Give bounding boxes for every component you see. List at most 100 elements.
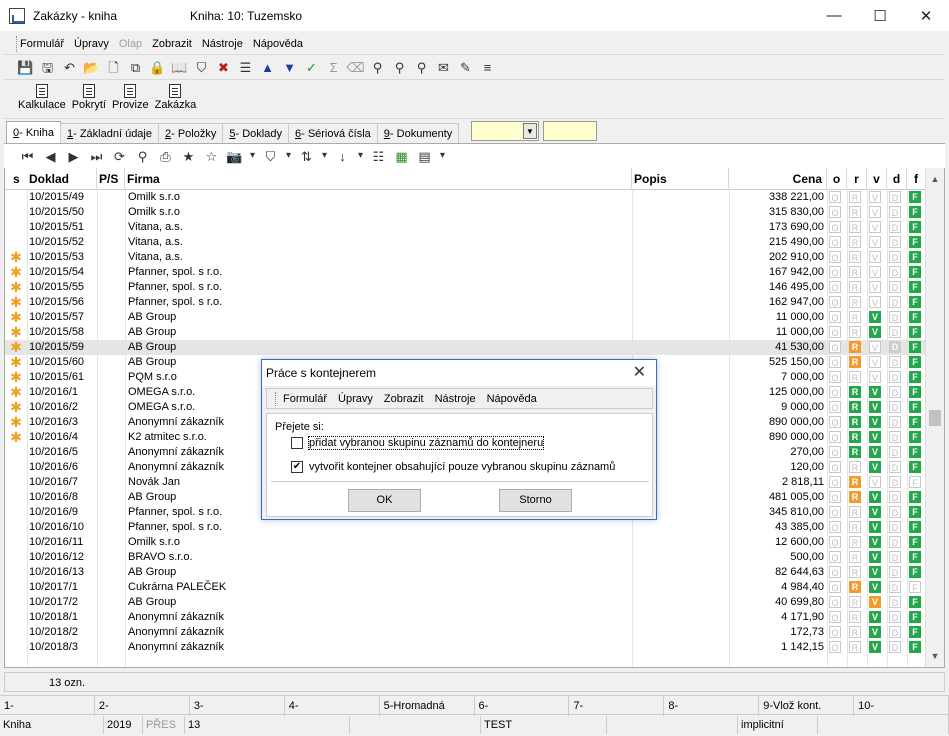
- table-row[interactable]: 10/2018/3 Anonymní zákazník 1 142,15 O R V D F: [5, 640, 926, 655]
- header-s[interactable]: s: [11, 168, 27, 190]
- sum-icon[interactable]: Σ: [324, 58, 343, 77]
- header-r[interactable]: r: [847, 168, 867, 190]
- sort-az-icon[interactable]: ↓: [333, 147, 352, 166]
- table-row[interactable]: ✱ 10/2015/56 Pfanner, spol. s r.o. 162 947,…: [5, 295, 926, 310]
- menu-4[interactable]: Nástroje: [202, 38, 243, 50]
- dropdown-icon[interactable]: ▾: [320, 147, 329, 166]
- fkey-7[interactable]: 7-: [569, 696, 665, 716]
- delete-icon[interactable]: ✖: [214, 58, 233, 77]
- undo-icon[interactable]: ↶: [60, 58, 79, 77]
- tab-1[interactable]: 1 - Základní údaje: [59, 123, 159, 143]
- stack-icon[interactable]: ☰: [236, 58, 255, 77]
- dialog-menu-3[interactable]: Nástroje: [435, 393, 476, 405]
- table-row[interactable]: 10/2016/12 BRAVO s.r.o. 500,00 O R V D F: [5, 550, 926, 565]
- print-icon[interactable]: ⎙: [156, 147, 175, 166]
- tab-5[interactable]: 5 - Doklady: [222, 123, 289, 143]
- header-v[interactable]: v: [867, 168, 887, 190]
- dialog-menu-1[interactable]: Úpravy: [338, 393, 373, 405]
- toolbar-button-3[interactable]: Zakázka: [155, 81, 196, 111]
- open-folder-icon[interactable]: 📂: [82, 58, 101, 77]
- prev-icon[interactable]: ◀: [41, 147, 60, 166]
- mail-icon[interactable]: ✉: [434, 58, 453, 77]
- header-d[interactable]: d: [887, 168, 907, 190]
- clear-icon[interactable]: ⌫: [346, 58, 365, 77]
- dialog-menu-0[interactable]: Formulář: [283, 393, 327, 405]
- header-o[interactable]: o: [827, 168, 847, 190]
- binoculars-next-icon[interactable]: ⚲: [390, 58, 409, 77]
- table-row[interactable]: ✱ 10/2015/58 AB Group 11 000,00 O R V D F: [5, 325, 926, 340]
- scroll-down-icon[interactable]: ▼: [926, 648, 944, 665]
- create-container-label[interactable]: vytvořit kontejner obsahující pouze vybr…: [309, 461, 615, 473]
- save-all-icon[interactable]: 🖫: [38, 58, 57, 77]
- table-row[interactable]: 10/2015/51 Vitana, a.s. 173 690,00 O R V D F: [5, 220, 926, 235]
- fkey-9[interactable]: 9-Vlož kont.: [759, 696, 855, 716]
- dropdown-icon[interactable]: ▾: [248, 147, 257, 166]
- book-icon[interactable]: 📖: [170, 58, 189, 77]
- option-create-container[interactable]: ✔ vytvořit kontejner obsahující pouze vy…: [291, 461, 615, 473]
- vertical-scrollbar[interactable]: ▲ ▼: [925, 168, 944, 667]
- tab-0[interactable]: 0 - Kniha: [6, 121, 61, 143]
- table-row[interactable]: 10/2016/13 AB Group 82 644,63 O R V D F: [5, 565, 926, 580]
- arrow-down-icon[interactable]: ▼: [280, 58, 299, 77]
- header-ps[interactable]: P/S: [97, 168, 125, 190]
- maximize-button[interactable]: ☐: [857, 0, 903, 31]
- fkey-8[interactable]: 8-: [664, 696, 760, 716]
- menu-0[interactable]: Formulář: [20, 38, 64, 50]
- toolbar-button-1[interactable]: Pokrytí: [72, 81, 106, 111]
- next-icon[interactable]: ▶: [64, 147, 83, 166]
- dialog-menu-4[interactable]: Nápověda: [487, 393, 537, 405]
- excel-icon[interactable]: ▦: [392, 147, 411, 166]
- table-row[interactable]: 10/2016/11 Omilk s.r.o 12 600,00 O R V D F: [5, 535, 926, 550]
- binoculars-icon[interactable]: ⚲: [368, 58, 387, 77]
- table-row[interactable]: 10/2015/49 Omilk s.r.o 338 221,00 O R V D F: [5, 190, 926, 205]
- table-row[interactable]: 10/2018/1 Anonymní zákazník 4 171,90 O R V D F: [5, 610, 926, 625]
- star-add-icon[interactable]: ★: [179, 147, 198, 166]
- star-remove-icon[interactable]: ☆: [202, 147, 221, 166]
- table-row[interactable]: ✱ 10/2015/59 AB Group 41 530,00 O R V D F: [5, 340, 926, 355]
- binoculars-prev-icon[interactable]: ⚲: [412, 58, 431, 77]
- chevron-down-icon[interactable]: ▼: [523, 123, 537, 139]
- create-container-checkbox[interactable]: ✔: [291, 461, 303, 473]
- header-f[interactable]: f: [907, 168, 926, 190]
- add-to-container-label[interactable]: přidat vybranou skupinu záznamů do konte…: [307, 436, 545, 450]
- fkey-10[interactable]: 10-: [854, 696, 949, 716]
- table-row[interactable]: 10/2018/2 Anonymní zákazník 172,73 O R V D F: [5, 625, 926, 640]
- fkey-5[interactable]: 5-Hromadná změna: [380, 696, 475, 732]
- save-icon[interactable]: 💾: [16, 58, 35, 77]
- notes-icon[interactable]: ▤: [415, 147, 434, 166]
- fkey-4[interactable]: 4-: [285, 696, 380, 716]
- first-icon[interactable]: ⏮: [18, 147, 37, 166]
- option-add-to-container[interactable]: přidat vybranou skupinu záznamů do konte…: [291, 436, 545, 450]
- table-row[interactable]: 10/2016/10 Pfanner, spol. s r.o. 43 385,00…: [5, 520, 926, 535]
- camera-icon[interactable]: 📷: [225, 147, 244, 166]
- minimize-button[interactable]: —: [811, 0, 857, 31]
- table-row[interactable]: 10/2015/50 Omilk s.r.o 315 830,00 O R V D F: [5, 205, 926, 220]
- tab-9[interactable]: 9 - Dokumenty: [376, 123, 460, 143]
- dropdown-icon[interactable]: ▾: [356, 147, 365, 166]
- quick-filter-field[interactable]: [543, 121, 597, 141]
- fkey-3[interactable]: 3-: [190, 696, 285, 716]
- menu-3[interactable]: Zobrazit: [152, 38, 192, 50]
- filter-icon[interactable]: ⛉: [192, 58, 211, 77]
- cancel-button[interactable]: Storno: [499, 489, 572, 512]
- dropdown-icon[interactable]: ▾: [284, 147, 293, 166]
- table-row[interactable]: ✱ 10/2015/55 Pfanner, spol. s r.o. 146 495,…: [5, 280, 926, 295]
- copy-icon[interactable]: ⧉: [126, 58, 145, 77]
- arrow-up-icon[interactable]: ▲: [258, 58, 277, 77]
- header-popis[interactable]: Popis: [632, 168, 729, 190]
- table-row[interactable]: ✱ 10/2015/53 Vitana, a.s. 202 910,00 O R V D F: [5, 250, 926, 265]
- filter-icon[interactable]: ⛉: [261, 147, 280, 166]
- menu-1[interactable]: Úpravy: [74, 38, 109, 50]
- new-doc-icon[interactable]: 🗋: [104, 58, 123, 77]
- book-filter-combo[interactable]: ▼: [471, 121, 539, 141]
- edit-icon[interactable]: ✎: [456, 58, 475, 77]
- close-button[interactable]: ✕: [903, 0, 949, 31]
- tab-2[interactable]: 2 - Položky: [158, 123, 224, 143]
- toolbar-button-0[interactable]: Kalkulace: [18, 81, 66, 111]
- table-row[interactable]: 10/2015/52 Vitana, a.s. 215 490,00 O R V D F: [5, 235, 926, 250]
- header-doklad[interactable]: Doklad: [27, 168, 97, 190]
- list-icon[interactable]: ☷: [369, 147, 388, 166]
- table-row[interactable]: ✱ 10/2015/57 AB Group 11 000,00 O R V D F: [5, 310, 926, 325]
- table-row[interactable]: 10/2017/1 Cukrárna PALEČEK 4 984,40 O R V D F: [5, 580, 926, 595]
- menu-icon[interactable]: ≡: [478, 58, 497, 77]
